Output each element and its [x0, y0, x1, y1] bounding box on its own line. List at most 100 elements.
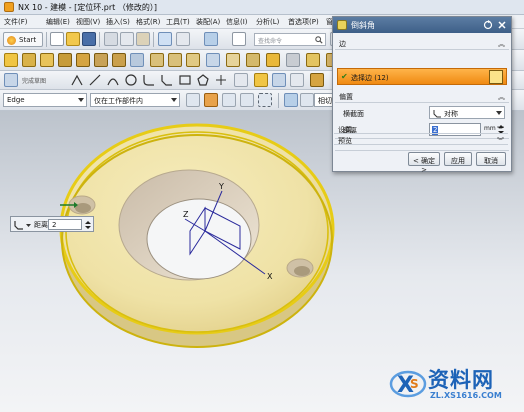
open-folder-icon[interactable]	[66, 32, 80, 46]
watermark-url: ZL.XS1616.COM	[430, 391, 502, 400]
spinner-icon[interactable]	[84, 220, 92, 230]
ok-button[interactable]: < 确定 >	[408, 152, 440, 174]
menu-insert[interactable]: 插入(S)	[106, 17, 130, 27]
section-preview[interactable]: 预览 ︾	[334, 135, 508, 145]
type-filter-dropdown[interactable]: Edge	[3, 93, 87, 107]
hole-icon[interactable]	[58, 53, 72, 67]
point-icon[interactable]	[214, 73, 228, 87]
center-bore-opening[interactable]	[146, 198, 252, 280]
snap-point-icon[interactable]	[222, 93, 236, 107]
close-icon[interactable]	[497, 20, 507, 30]
axis-y-label: Y	[218, 182, 224, 191]
unite-icon[interactable]	[94, 53, 108, 67]
repeat-command-icon[interactable]	[176, 32, 190, 46]
cancel-button[interactable]: 取消	[476, 152, 506, 166]
select-edge-cube-icon[interactable]	[489, 70, 503, 84]
chamfer-option-icon[interactable]	[14, 220, 24, 230]
undo-icon[interactable]	[158, 32, 172, 46]
onscreen-distance-field[interactable]: 2	[48, 219, 82, 230]
watermark-text: 资料网	[428, 368, 494, 392]
offset-face-icon[interactable]	[286, 53, 300, 67]
circle-icon[interactable]	[124, 73, 138, 87]
menu-preferences[interactable]: 首选项(P)	[288, 17, 319, 27]
separator	[46, 32, 47, 47]
section-settings[interactable]: 设置 ︾	[334, 124, 508, 134]
edge-blend-icon[interactable]	[150, 53, 164, 67]
expand-icon: ︾	[497, 126, 504, 134]
window-icon[interactable]	[232, 32, 246, 46]
menu-file[interactable]: 文件(F)	[4, 17, 28, 27]
shell-icon[interactable]	[186, 53, 200, 67]
thread-icon[interactable]	[306, 53, 320, 67]
collapse-icon: ︽	[498, 93, 505, 101]
menu-edit[interactable]: 编辑(E)	[46, 17, 70, 27]
extrude-icon[interactable]	[22, 53, 36, 67]
rectangle-icon[interactable]	[178, 73, 192, 87]
deselect-icon[interactable]	[240, 93, 254, 107]
chevron-down-icon[interactable]	[25, 220, 32, 230]
pattern-icon[interactable]	[206, 53, 220, 67]
window-title: NX 10 - 建模 - [定位环.prt （修改的）]	[18, 3, 157, 12]
arc-icon[interactable]	[106, 73, 120, 87]
mirror-icon[interactable]	[226, 53, 240, 67]
symmetric-icon	[433, 110, 441, 118]
finish-sketch-icon[interactable]	[4, 73, 18, 87]
menu-tools[interactable]: 工具(T)	[166, 17, 190, 27]
view-orient-icon[interactable]	[300, 93, 314, 107]
polygon-icon[interactable]	[196, 73, 210, 87]
section-offset[interactable]: 偏置 ︽	[335, 90, 509, 103]
reset-icon[interactable]	[483, 20, 493, 30]
constraint-icon[interactable]	[310, 73, 324, 87]
datum-plane-icon[interactable]	[130, 53, 144, 67]
watermark-logo-icon: X S	[389, 370, 427, 398]
apply-button[interactable]: 应用	[444, 152, 472, 166]
trim-body-icon[interactable]	[246, 53, 260, 67]
offset-curve-icon[interactable]	[234, 73, 248, 87]
quick-trim-icon[interactable]	[254, 73, 268, 87]
check-icon: ✔	[341, 72, 348, 81]
chamfer-dialog: 倒斜角 边 ︽ ✔ 选择边 (12) 偏置 ︽ 横截面 对称 距离 2 mm	[332, 16, 512, 172]
onscreen-distance-label: 距离	[34, 221, 48, 229]
chamfer-sketch-icon[interactable]	[160, 73, 174, 87]
sketch-icon[interactable]	[4, 53, 18, 67]
menu-analysis[interactable]: 分析(L)	[256, 17, 279, 27]
cut-icon[interactable]	[104, 32, 118, 46]
axis-x-label: X	[267, 272, 273, 281]
menu-assembly[interactable]: 装配(A)	[196, 17, 220, 27]
selection-scope-dropdown[interactable]: 仅在工作部件内	[90, 93, 180, 107]
menu-format[interactable]: 格式(R)	[136, 17, 160, 27]
revolve-icon[interactable]	[40, 53, 54, 67]
dialog-header[interactable]: 倒斜角	[333, 17, 511, 33]
select-all-icon[interactable]	[186, 93, 200, 107]
command-search-input[interactable]: 查找命令	[254, 33, 326, 46]
cross-section-label: 横截面	[343, 110, 364, 118]
menu-info[interactable]: 信息(I)	[226, 17, 248, 27]
fillet-icon[interactable]	[142, 73, 156, 87]
finish-sketch-label[interactable]: 完成草图	[22, 76, 46, 85]
cross-section-dropdown[interactable]: 对称	[429, 106, 505, 119]
select-edge-row[interactable]: ✔ 选择边 (12)	[337, 68, 507, 85]
touch-mode-icon[interactable]	[204, 32, 218, 46]
section-edge[interactable]: 边 ︽	[335, 37, 509, 50]
boss-icon[interactable]	[76, 53, 90, 67]
draft-icon[interactable]	[266, 53, 280, 67]
box-select-icon[interactable]	[258, 93, 272, 107]
paste-icon[interactable]	[136, 32, 150, 46]
watermark: X S 资料网 ZL.XS1616.COM	[384, 360, 520, 408]
save-icon[interactable]	[82, 32, 96, 46]
make-corner-icon[interactable]	[290, 73, 304, 87]
new-file-icon[interactable]	[50, 32, 64, 46]
line-icon[interactable]	[88, 73, 102, 87]
quick-extend-icon[interactable]	[272, 73, 286, 87]
search-icon	[315, 36, 323, 44]
shaded-view-icon[interactable]	[284, 93, 298, 107]
profile-icon[interactable]	[70, 73, 84, 87]
subtract-icon[interactable]	[112, 53, 126, 67]
copy-icon[interactable]	[120, 32, 134, 46]
start-icon	[7, 36, 16, 45]
chamfer-icon[interactable]	[168, 53, 182, 67]
title-bar: NX 10 - 建模 - [定位环.prt （修改的）]	[0, 0, 524, 15]
menu-view[interactable]: 视图(V)	[76, 17, 100, 27]
curve-rule-icon[interactable]	[204, 93, 218, 107]
start-button[interactable]: Start	[3, 32, 43, 47]
